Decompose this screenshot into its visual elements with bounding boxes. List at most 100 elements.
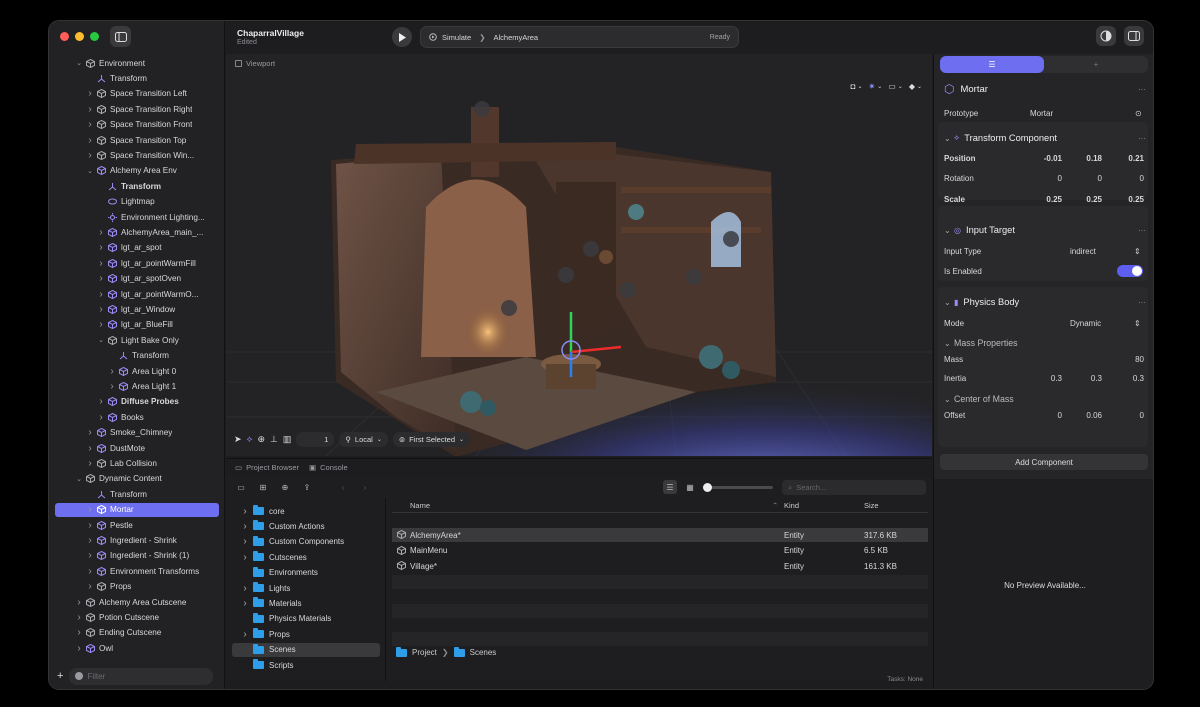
chevron-right-icon[interactable]: › [97,258,105,269]
hierarchy-item[interactable]: › Area Light 1 [55,379,219,393]
list-view-icon[interactable]: ☰ [663,480,677,494]
transform-header[interactable]: ⌄ ⟡ Transform Component ··· [944,131,1146,145]
hierarchy-item[interactable]: › Space Transition Win... [55,148,219,162]
folder-item[interactable]: › core [232,504,380,518]
hierarchy-item[interactable]: Transform [55,349,219,363]
file-row[interactable]: AlchemyArea* Entity 317.6 KB [392,528,928,542]
hierarchy-item[interactable]: › Lab Collision [55,456,219,470]
hierarchy-item[interactable]: › Space Transition Right [55,102,219,116]
rotate-tool-icon[interactable]: ⊕ [258,434,266,445]
grid-view-icon[interactable]: ▦ [683,480,697,494]
folder-item[interactable]: Scenes [232,642,380,657]
viewport-checkbox-icon[interactable] [235,59,242,67]
folder-item[interactable]: › Materials [232,596,380,610]
center-of-mass-header[interactable]: ⌄ Center of Mass [944,392,1146,406]
hierarchy-item[interactable]: ⌄ Environment [55,56,219,70]
icon-size-slider[interactable] [703,483,773,492]
folder-item[interactable]: Scripts [232,658,380,672]
layers-menu[interactable]: ◆ ⌄ [909,82,922,91]
hierarchy-item[interactable]: › Books [55,410,219,424]
tab-console[interactable]: ▣ Console [309,463,348,472]
chevron-right-icon[interactable]: › [240,506,250,517]
hierarchy-item[interactable]: Lightmap [55,195,219,209]
inertia-x[interactable]: 0.3 [1034,374,1062,383]
file-row[interactable]: Village* Entity 161.3 KB [392,559,928,573]
is-enabled-toggle[interactable] [1117,265,1143,277]
viewport-3d-scene[interactable] [226,72,932,456]
folder-item[interactable]: › Cutscenes [232,550,380,564]
chevron-right-icon[interactable]: › [97,412,105,423]
more-icon[interactable]: ··· [1138,226,1146,235]
transform-value-z[interactable]: 0 [1114,174,1144,183]
lighting-menu[interactable]: ✷ ⌄ [868,82,882,91]
chevron-right-icon[interactable]: › [86,550,94,561]
chevron-right-icon[interactable]: › [97,304,105,315]
hierarchy-item[interactable]: › Environment Transforms [55,564,219,578]
chevron-right-icon[interactable]: › [97,227,105,238]
folder-item[interactable]: › Custom Components [232,535,380,549]
input-target-header[interactable]: ⌄ ◎ Input Target ··· [944,223,1146,237]
chevron-right-icon[interactable]: › [97,396,105,407]
column-size[interactable]: Size [864,501,879,510]
chevron-right-icon[interactable]: › [86,566,94,577]
chevron-right-icon[interactable]: › [108,381,116,392]
search-field[interactable]: ⌕ Search... [782,480,926,495]
folder-item[interactable]: › Props [232,627,380,641]
hierarchy-item[interactable]: › AlchemyArea_main_... [55,225,219,239]
mass-value[interactable]: 80 [1094,355,1144,364]
file-row[interactable]: MainMenu Entity 6.5 KB [392,544,928,558]
hierarchy-item[interactable]: › Smoke_Chimney [55,426,219,440]
chevron-down-icon[interactable]: ⌄ [75,59,83,67]
hierarchy-item[interactable]: › Owl [55,641,219,655]
hierarchy-item[interactable]: › Ingredient - Shrink [55,533,219,547]
chevron-right-icon[interactable]: › [75,627,83,638]
hierarchy-item[interactable]: ⌄ Light Bake Only [55,333,219,347]
hierarchy-item[interactable]: Transform [55,487,219,501]
hierarchy-item[interactable]: › lgt_ar_Window [55,302,219,316]
hierarchy-item[interactable]: Transform [55,71,219,85]
chevron-right-icon[interactable]: › [97,242,105,253]
camera-menu[interactable]: ◘ ⌄ [851,82,863,91]
chevron-right-icon[interactable]: › [86,581,94,592]
folder-item[interactable]: › Custom Actions [232,519,380,533]
path-project[interactable]: Project [412,648,437,657]
select-tool-icon[interactable]: ➤ [234,434,242,445]
chevron-right-icon[interactable]: › [86,104,94,115]
tab-properties[interactable]: ☰ [940,56,1044,73]
scale-tool-icon[interactable]: ⊥ [270,434,278,445]
hierarchy-item[interactable]: › Diffuse Probes [55,395,219,409]
transform-value-x[interactable]: 0 [1034,174,1062,183]
chevron-down-icon[interactable]: ⌄ [97,336,105,344]
translate-tool-icon[interactable]: ⟡ [247,434,253,445]
chevron-right-icon[interactable]: › [86,135,94,146]
tab-project-browser[interactable]: ▭ Project Browser [235,463,299,472]
folder-item[interactable]: › Lights [232,581,380,595]
chevron-right-icon[interactable]: › [86,150,94,161]
chevron-right-icon[interactable]: › [75,612,83,623]
sidebar-toggle-icon[interactable]: ▭ [234,480,248,494]
transform-value-y[interactable]: 0.25 [1074,195,1102,204]
forward-icon[interactable]: › [358,480,372,494]
mass-properties-header[interactable]: ⌄ Mass Properties [944,336,1146,350]
chevron-right-icon[interactable]: › [86,88,94,99]
chevron-right-icon[interactable]: › [240,598,250,609]
input-type-value[interactable]: indirect [1070,247,1096,256]
mode-value[interactable]: Dynamic [1070,319,1101,328]
chevron-right-icon[interactable]: › [86,458,94,469]
inertia-z[interactable]: 0.3 [1114,374,1144,383]
coordinate-space-menu[interactable]: ⚲ Local ⌄ [339,432,388,447]
hierarchy-item[interactable]: › lgt_ar_pointWarmO... [55,287,219,301]
hierarchy-item[interactable]: › Mortar [55,502,219,517]
chevron-right-icon[interactable]: › [240,536,250,547]
path-scenes[interactable]: Scenes [470,648,497,657]
appearance-button[interactable] [1096,26,1116,46]
snap-icon[interactable]: ▥ [283,434,292,445]
chevron-right-icon[interactable]: › [97,289,105,300]
chevron-right-icon[interactable]: › [240,629,250,640]
add-component-button[interactable]: Add Component [940,454,1148,470]
chevron-right-icon[interactable]: › [240,521,250,532]
hierarchy-item[interactable]: › Area Light 0 [55,364,219,378]
physics-body-header[interactable]: ⌄ ▮ Physics Body ··· [944,295,1146,309]
hierarchy-item[interactable]: › Alchemy Area Cutscene [55,595,219,609]
zoom-window-button[interactable] [90,32,99,41]
